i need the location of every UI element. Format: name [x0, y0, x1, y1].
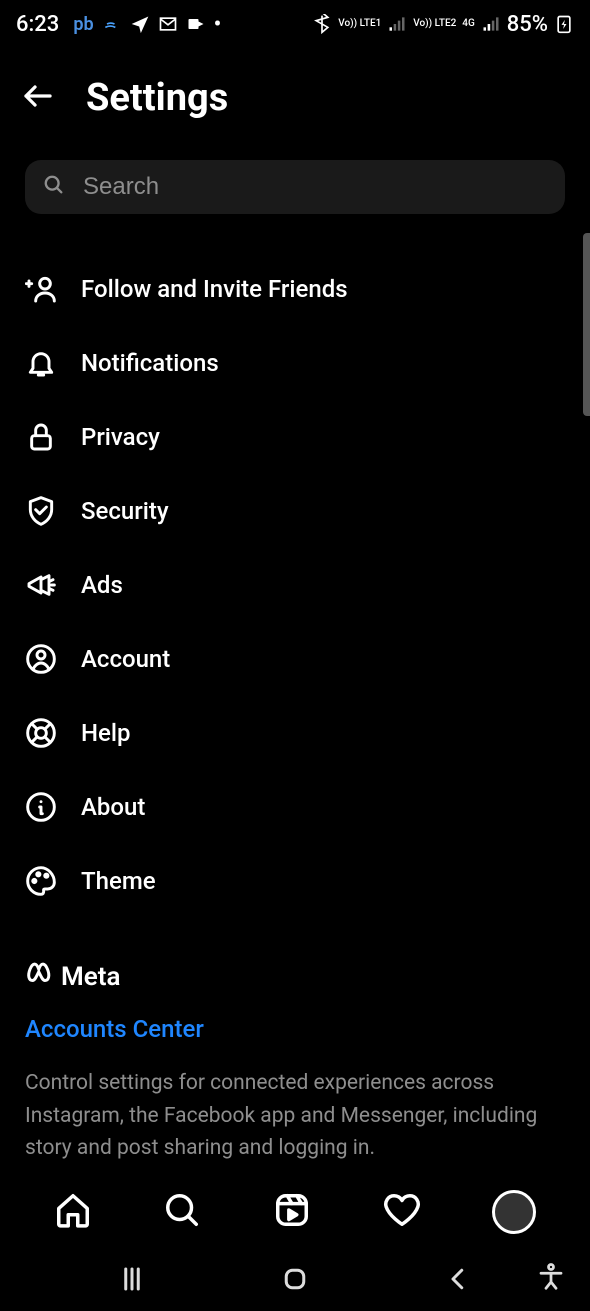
item-follow-invite[interactable]: Follow and Invite Friends	[25, 252, 565, 326]
activity-tab[interactable]	[383, 1191, 421, 1233]
home-button[interactable]	[213, 1264, 376, 1294]
scrollbar[interactable]	[583, 233, 590, 416]
lte1-indicator: Vo)) LTE1	[338, 19, 381, 29]
item-label: Follow and Invite Friends	[81, 275, 348, 303]
back-button[interactable]	[20, 78, 56, 118]
item-label: Theme	[81, 867, 156, 895]
recents-button[interactable]	[50, 1264, 213, 1294]
search-input[interactable]	[83, 173, 547, 201]
page-title: Settings	[86, 76, 228, 120]
gmail-icon	[158, 14, 178, 34]
meta-brand-label: Meta	[61, 962, 120, 992]
search-field[interactable]	[25, 160, 565, 214]
wing-icon	[102, 14, 122, 34]
profile-tab[interactable]	[492, 1190, 536, 1234]
item-label: Notifications	[81, 349, 219, 377]
avatar	[492, 1190, 536, 1234]
reels-tab[interactable]	[273, 1191, 311, 1233]
status-bar: 6:23 pb • Vo)) LTE1 Vo)) LTE2 4G 85%	[0, 0, 590, 48]
item-privacy[interactable]: Privacy	[25, 400, 565, 474]
signal2-icon	[481, 14, 501, 34]
megaphone-icon	[25, 569, 57, 601]
bluetooth-icon	[312, 14, 332, 34]
lifebuoy-icon	[25, 717, 57, 749]
home-tab[interactable]	[54, 1191, 92, 1233]
item-label: Privacy	[81, 423, 160, 451]
accounts-center-link[interactable]: Accounts Center	[25, 1015, 565, 1043]
system-nav	[0, 1247, 590, 1311]
item-label: Ads	[81, 571, 123, 599]
item-notifications[interactable]: Notifications	[25, 326, 565, 400]
accessibility-button[interactable]	[536, 1262, 566, 1296]
item-help[interactable]: Help	[25, 696, 565, 770]
item-ads[interactable]: Ads	[25, 548, 565, 622]
back-system-button[interactable]	[377, 1264, 540, 1294]
app-bottom-nav	[0, 1177, 590, 1247]
battery-percent: 85%	[507, 12, 548, 37]
outlook-icon	[186, 14, 206, 34]
item-about[interactable]: About	[25, 770, 565, 844]
signal1-icon	[387, 14, 407, 34]
search-tab[interactable]	[163, 1191, 201, 1233]
battery-charging-icon	[554, 14, 574, 34]
item-label: Security	[81, 497, 169, 525]
clock: 6:23	[16, 12, 59, 37]
item-security[interactable]: Security	[25, 474, 565, 548]
dot-icon: •	[214, 12, 222, 37]
lock-icon	[25, 421, 57, 453]
item-theme[interactable]: Theme	[25, 844, 565, 918]
add-person-icon	[25, 273, 57, 305]
shield-icon	[25, 495, 57, 527]
status-right: Vo)) LTE1 Vo)) LTE2 4G 85%	[312, 12, 574, 37]
settings-list: Follow and Invite Friends Notifications …	[0, 214, 590, 918]
meta-section: Meta Accounts Center Control settings fo…	[0, 918, 590, 1165]
item-label: About	[81, 793, 145, 821]
meta-description: Control settings for connected experienc…	[25, 1067, 565, 1165]
person-circle-icon	[25, 643, 57, 675]
network-indicator: 4G	[462, 19, 475, 29]
meta-logo-icon	[25, 958, 55, 995]
bell-icon	[25, 347, 57, 379]
info-icon	[25, 791, 57, 823]
pb-icon: pb	[73, 14, 93, 35]
status-left: 6:23 pb •	[16, 12, 221, 37]
search-icon	[43, 174, 65, 200]
item-label: Help	[81, 719, 131, 747]
item-label: Account	[81, 645, 170, 673]
lte2-indicator: Vo)) LTE2	[413, 19, 456, 29]
send-icon	[130, 14, 150, 34]
item-account[interactable]: Account	[25, 622, 565, 696]
palette-icon	[25, 865, 57, 897]
meta-brand: Meta	[25, 958, 565, 995]
page-header: Settings	[0, 48, 590, 160]
